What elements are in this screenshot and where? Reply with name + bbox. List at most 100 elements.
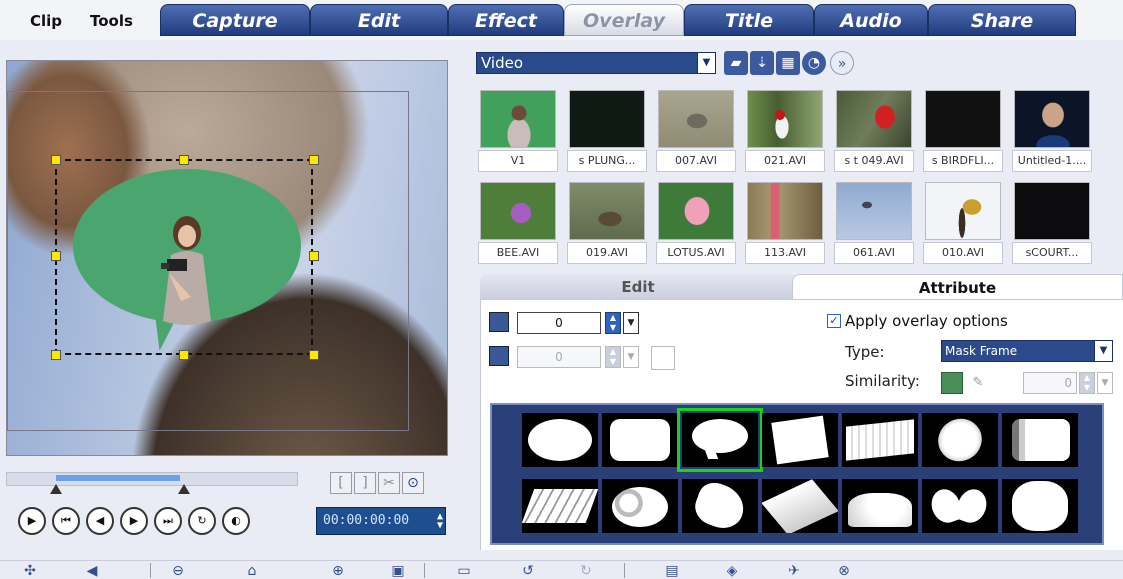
- menu-clip[interactable]: Clip: [30, 12, 62, 30]
- menubar: Clip Tools Capture Edit Effect Overlay T…: [0, 0, 1123, 40]
- resize-handle-bottom-left[interactable]: [51, 350, 61, 360]
- tab-options-edit[interactable]: Edit: [480, 274, 796, 300]
- expand-icon[interactable]: »: [830, 51, 854, 75]
- mask-layered-rect[interactable]: [1002, 413, 1078, 467]
- repeat-icon[interactable]: ↻: [188, 507, 216, 535]
- library-item[interactable]: 007.AVI: [656, 90, 736, 175]
- similarity-field[interactable]: 0: [1023, 372, 1077, 394]
- zoom-in-icon[interactable]: ⊕: [326, 563, 350, 579]
- mask-shattered[interactable]: [762, 479, 838, 533]
- tab-effect[interactable]: Effect: [448, 4, 564, 36]
- library-item[interactable]: LOTUS.AVI: [656, 182, 736, 267]
- library-item[interactable]: 019.AVI: [567, 182, 647, 267]
- sort-icon[interactable]: ⇣: [750, 51, 774, 75]
- next-frame-icon[interactable]: ▶: [120, 507, 148, 535]
- resize-handle-bottom[interactable]: [179, 350, 189, 360]
- chapter-point-icon[interactable]: ◈: [720, 563, 744, 579]
- mask-bubbles[interactable]: [602, 479, 678, 533]
- mask-clouds[interactable]: [842, 479, 918, 533]
- apply-overlay-checkbox[interactable]: ✓: [827, 314, 841, 328]
- mask-splatter[interactable]: [682, 479, 758, 533]
- resize-handle-top-right[interactable]: [309, 155, 319, 165]
- smart-proxy-icon[interactable]: ✈: [782, 563, 806, 579]
- menu-tools[interactable]: Tools: [90, 12, 133, 30]
- mark-out-button[interactable]: ]: [354, 472, 376, 494]
- mask-hearts[interactable]: [922, 479, 998, 533]
- undo-icon[interactable]: ↺: [516, 563, 540, 579]
- library-item[interactable]: Untitled-1....: [1012, 90, 1092, 175]
- tab-capture[interactable]: Capture: [160, 4, 310, 36]
- chevron-down-icon[interactable]: ▼: [1097, 372, 1113, 394]
- library-item[interactable]: sCOURT...: [1012, 182, 1092, 267]
- mark-in-button[interactable]: [: [330, 472, 352, 494]
- library-item[interactable]: 010.AVI: [923, 182, 1003, 267]
- video-track-manager-icon[interactable]: ▤: [660, 563, 684, 579]
- library-item[interactable]: 113.AVI: [745, 182, 825, 267]
- folder-icon[interactable]: ▰: [724, 51, 748, 75]
- similarity-spinner[interactable]: ▲ ▼: [1079, 372, 1095, 394]
- trim-end-marker[interactable]: [178, 484, 190, 494]
- zoom-slider-icon[interactable]: ⌂: [240, 563, 264, 579]
- eyedropper-icon[interactable]: ✎: [969, 372, 987, 394]
- trim-start-marker[interactable]: [50, 484, 62, 494]
- chevron-down-icon[interactable]: ▼: [623, 346, 639, 368]
- timecode-spinner[interactable]: ▲ ▼: [437, 512, 443, 531]
- tab-overlay[interactable]: Overlay: [564, 4, 684, 36]
- view-options-icon[interactable]: ▦: [776, 51, 800, 75]
- chevron-down-icon[interactable]: ▼: [697, 53, 715, 73]
- mask-film-strip[interactable]: [842, 413, 918, 467]
- insert-media-icon[interactable]: ▭: [452, 563, 476, 579]
- cut-clip-icon[interactable]: ✂: [378, 472, 400, 494]
- resize-handle-right[interactable]: [309, 251, 319, 261]
- chevron-down-icon[interactable]: ▼: [623, 312, 639, 334]
- library-item[interactable]: V1: [478, 90, 558, 175]
- capture-icon[interactable]: ◔: [802, 51, 826, 75]
- storyboard-view-icon[interactable]: ✣: [18, 563, 42, 579]
- end-icon[interactable]: ⏭: [154, 507, 182, 535]
- library-item[interactable]: s BIRDFLI...: [923, 90, 1003, 175]
- tab-share[interactable]: Share: [928, 4, 1076, 36]
- resize-handle-top[interactable]: [179, 155, 189, 165]
- tab-edit[interactable]: Edit: [310, 4, 448, 36]
- mask-brush-strokes[interactable]: [522, 479, 598, 533]
- library-item[interactable]: s PLUNG...: [567, 90, 647, 175]
- timecode-field[interactable]: 00:00:00:00 ▲ ▼: [316, 507, 446, 535]
- mask-speech-bubble[interactable]: [677, 408, 763, 472]
- tab-title[interactable]: Title: [684, 4, 814, 36]
- mask-oval[interactable]: [522, 413, 598, 467]
- mask-torn-paper[interactable]: [762, 413, 838, 467]
- enlarge-preview-icon[interactable]: ⊙: [402, 472, 424, 494]
- library-category-select[interactable]: Video ▼: [476, 52, 716, 74]
- border-field[interactable]: 0: [517, 346, 601, 368]
- mask-soft-oval[interactable]: [922, 413, 998, 467]
- chevron-down-icon[interactable]: ▼: [1094, 341, 1112, 361]
- resize-handle-bottom-right[interactable]: [309, 350, 319, 360]
- audio-view-icon[interactable]: ◀: [80, 563, 104, 579]
- mask-burst[interactable]: [1002, 479, 1078, 533]
- overlay-selection-box[interactable]: [55, 159, 313, 355]
- volume-icon[interactable]: ◐: [222, 507, 250, 535]
- library-item[interactable]: 061.AVI: [834, 182, 914, 267]
- previous-frame-icon[interactable]: ◀: [86, 507, 114, 535]
- type-select[interactable]: Mask Frame ▼: [941, 340, 1113, 362]
- tab-audio[interactable]: Audio: [814, 4, 928, 36]
- mask-rounded-rect[interactable]: [602, 413, 678, 467]
- transparency-field[interactable]: 0: [517, 312, 601, 334]
- redo-icon[interactable]: ↻: [574, 563, 598, 579]
- border-color-swatch[interactable]: [651, 346, 675, 370]
- fit-project-icon[interactable]: ▣: [386, 563, 410, 579]
- transparency-spinner[interactable]: ▲ ▼: [605, 312, 621, 334]
- tab-options-attribute[interactable]: Attribute: [792, 274, 1123, 300]
- similarity-color-swatch[interactable]: [941, 372, 963, 394]
- home-icon[interactable]: ⏮: [52, 507, 80, 535]
- library-item[interactable]: 021.AVI: [745, 90, 825, 175]
- zoom-out-icon[interactable]: ⊖: [166, 563, 190, 579]
- play-icon[interactable]: ▶: [18, 507, 46, 535]
- render-icon[interactable]: ⊗: [832, 563, 856, 579]
- library-item[interactable]: s t 049.AVI: [834, 90, 914, 175]
- resize-handle-left[interactable]: [51, 251, 61, 261]
- border-spinner[interactable]: ▲ ▼: [605, 346, 621, 368]
- resize-handle-top-left[interactable]: [51, 155, 61, 165]
- preview-window[interactable]: [6, 60, 448, 456]
- library-item[interactable]: BEE.AVI: [478, 182, 558, 267]
